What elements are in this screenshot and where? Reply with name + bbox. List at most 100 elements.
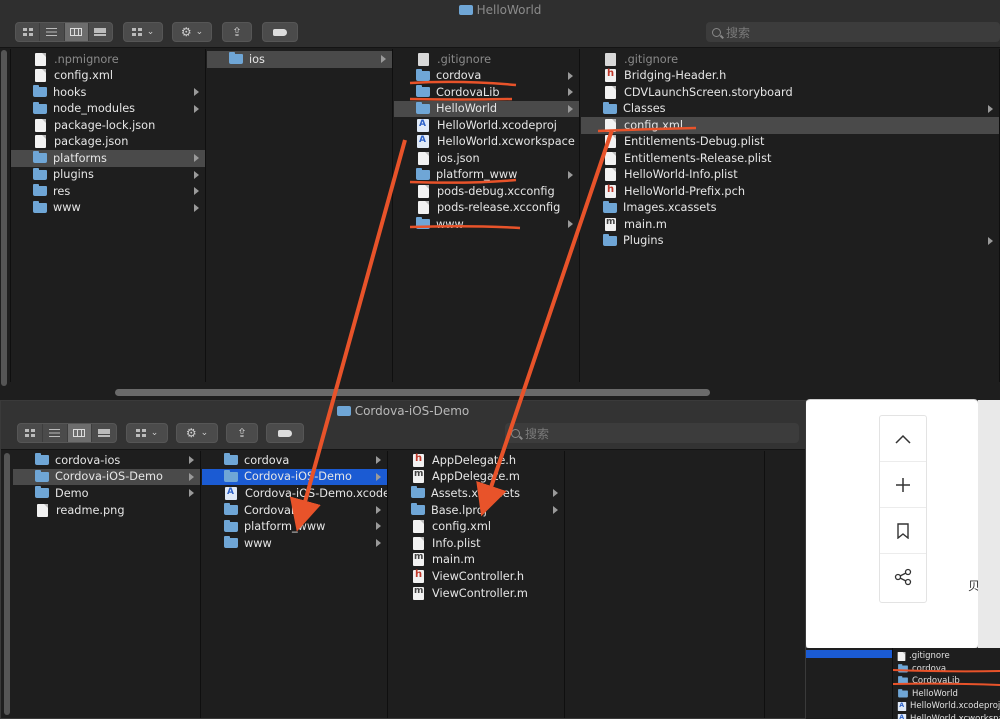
file-row[interactable]: hooks — [11, 84, 205, 101]
share-icon: ⇪ — [231, 25, 243, 39]
file-row[interactable]: main.m — [581, 216, 999, 233]
file-row[interactable]: Cordova-iOS-Demo — [202, 468, 387, 486]
tag-button[interactable] — [266, 423, 304, 443]
file-row[interactable]: HelloWorld.xcworkspace — [394, 134, 579, 151]
file-row[interactable]: www — [202, 535, 387, 552]
list-view-icon[interactable] — [40, 23, 65, 41]
add-button[interactable] — [880, 462, 926, 508]
file-row[interactable]: .npmignore — [11, 51, 205, 68]
chevron-right-icon — [194, 88, 199, 96]
file-row[interactable]: Entitlements-Debug.plist — [581, 134, 999, 151]
file-row[interactable]: HelloWorld-Prefix.pch — [581, 183, 999, 200]
file-row[interactable]: Assets.xcassets — [389, 485, 564, 502]
file-row[interactable]: package.json — [11, 134, 205, 151]
group-button[interactable]: ⌄ — [126, 423, 168, 443]
file-row[interactable]: pods-debug.xcconfig — [394, 183, 579, 200]
action-button[interactable]: ⚙ ⌄ — [176, 423, 218, 443]
horizontal-scrollbar[interactable] — [115, 389, 710, 396]
file-row[interactable]: package-lock.json — [11, 117, 205, 134]
file-row[interactable]: config.xml — [581, 117, 999, 134]
share-button[interactable]: ⇪ — [222, 22, 252, 42]
share-button[interactable] — [880, 554, 926, 600]
chevron-right-icon — [568, 71, 573, 80]
file-row[interactable]: res — [11, 183, 205, 200]
mini-list-item: HelloWorld.xcworkspace — [896, 713, 1000, 719]
file-row[interactable]: pods-release.xcconfig — [394, 200, 579, 217]
bookmark-icon — [897, 522, 909, 539]
gallery-view-icon[interactable] — [92, 424, 116, 442]
file-row[interactable]: Base.lproj — [389, 502, 564, 519]
file-row[interactable]: Entitlements-Release.plist — [581, 150, 999, 167]
file-row[interactable]: platform_www — [394, 167, 579, 184]
column-view-icon[interactable] — [67, 424, 93, 442]
file-row[interactable]: config.xml — [11, 68, 205, 85]
tag-button[interactable] — [262, 22, 298, 42]
folder-icon — [416, 68, 430, 81]
file-row[interactable]: Info.plist — [389, 535, 564, 552]
file-row[interactable]: ViewController.h — [389, 568, 564, 585]
vertical-scrollbar[interactable] — [1, 50, 7, 386]
view-mode-segmented[interactable] — [17, 423, 117, 443]
file-row[interactable]: Cordova-iOS-Demo.xcodeproj — [202, 485, 387, 502]
file-row[interactable]: CordovaLib — [394, 84, 579, 101]
file-row[interactable]: AppDelegate.m — [389, 469, 564, 486]
vertical-scrollbar[interactable] — [4, 453, 10, 715]
file-row[interactable]: CordovaLib — [202, 502, 387, 519]
search-field[interactable]: 搜索 — [505, 423, 799, 443]
file-icon — [413, 520, 424, 534]
folder-icon — [33, 85, 47, 98]
header-file-icon — [413, 453, 424, 467]
group-button[interactable]: ⌄ — [123, 22, 163, 42]
file-icon — [35, 135, 46, 149]
file-row[interactable]: .gitignore — [394, 51, 579, 68]
file-row[interactable]: ios.json — [394, 150, 579, 167]
column-view-icon[interactable] — [64, 23, 89, 41]
file-row[interactable]: HelloWorld-Info.plist — [581, 167, 999, 184]
file-row[interactable]: cordova-ios — [13, 452, 200, 469]
file-row[interactable]: www — [11, 200, 205, 217]
header-file-icon — [413, 569, 424, 583]
bookmark-button[interactable] — [880, 508, 926, 554]
titlebar: HelloWorld ⌄ ⚙ ⌄ ⇪ 搜索 — [0, 0, 1000, 48]
list-view-icon[interactable] — [43, 424, 68, 442]
file-name: ViewController.h — [432, 569, 525, 583]
gallery-view-icon[interactable] — [89, 23, 112, 41]
share-icon — [894, 568, 912, 586]
file-row[interactable]: plugins — [11, 167, 205, 184]
icon-view-icon[interactable] — [18, 424, 43, 442]
folder-icon — [898, 688, 908, 698]
file-row[interactable]: config.xml — [389, 518, 564, 535]
file-row[interactable]: ViewController.m — [389, 585, 564, 602]
folder-icon — [33, 184, 47, 197]
file-row[interactable]: .gitignore — [581, 51, 999, 68]
mini-finder-snippet: .gitignorecordova CordovaLibHelloWorld Hel… — [806, 648, 1000, 719]
file-row[interactable]: HelloWorld.xcodeproj — [394, 117, 579, 134]
file-row[interactable]: HelloWorld — [394, 100, 579, 117]
file-row[interactable]: cordova — [394, 68, 579, 85]
file-row[interactable]: ios — [207, 51, 392, 68]
action-button[interactable]: ⚙ ⌄ — [172, 22, 212, 42]
file-row[interactable]: Plugins — [581, 233, 999, 250]
file-row[interactable]: Classes — [581, 101, 999, 118]
view-mode-segmented[interactable] — [15, 22, 113, 42]
file-row[interactable]: cordova — [202, 452, 387, 469]
file-row[interactable]: node_modules — [11, 101, 205, 118]
scroll-top-button[interactable] — [880, 416, 926, 462]
file-row[interactable]: CDVLaunchScreen.storyboard — [581, 84, 999, 101]
file-row[interactable]: Bridging-Header.h — [581, 68, 999, 85]
file-row[interactable]: AppDelegate.h — [389, 452, 564, 469]
file-row[interactable]: www — [394, 216, 579, 233]
search-field[interactable]: 搜索 — [706, 22, 1000, 42]
file-row[interactable]: Images.xcassets — [581, 200, 999, 217]
file-row[interactable]: platforms — [11, 150, 205, 167]
file-row[interactable]: Demo — [13, 485, 200, 502]
icon-view-icon[interactable] — [16, 23, 41, 41]
file-name: pods-release.xcconfig — [437, 201, 561, 215]
file-name: www — [244, 536, 272, 550]
file-row[interactable]: Cordova-iOS-Demo — [13, 468, 200, 486]
file-row[interactable]: platform_www — [202, 518, 387, 535]
file-row[interactable]: main.m — [389, 552, 564, 569]
share-button[interactable]: ⇪ — [226, 423, 258, 443]
file-row[interactable]: readme.png — [13, 502, 200, 519]
file-icon — [605, 135, 616, 149]
